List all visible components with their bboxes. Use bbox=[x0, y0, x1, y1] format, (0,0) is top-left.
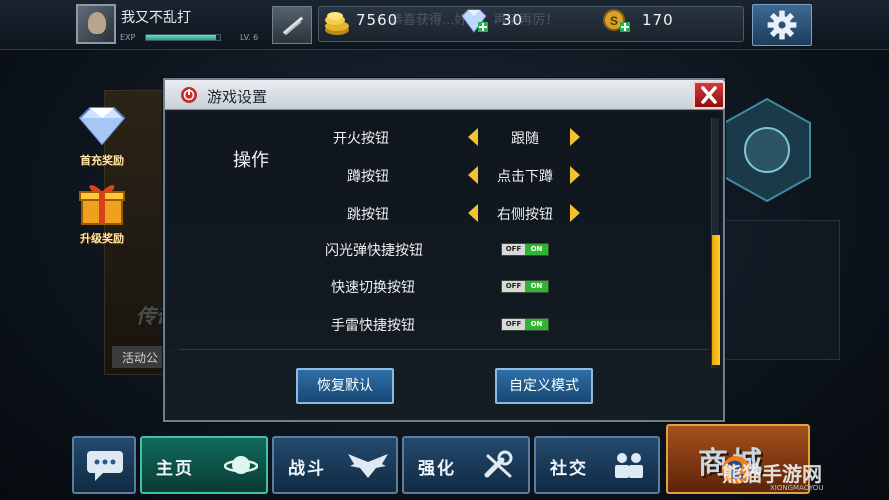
svg-text:S: S bbox=[610, 14, 618, 28]
wrench-icon bbox=[484, 450, 513, 478]
level-up-reward-button[interactable]: 升级奖励 bbox=[66, 180, 138, 246]
toggle-on-label: ON bbox=[525, 244, 548, 255]
flashbang-shortcut-label: 闪光弹快捷按钮 bbox=[325, 243, 423, 259]
diamond-icon bbox=[78, 107, 126, 146]
fire-button-value: 跟随 bbox=[511, 131, 539, 147]
level-up-reward-label: 升级奖励 bbox=[80, 232, 124, 245]
silver-coin-add-icon[interactable]: S bbox=[600, 8, 632, 36]
background-right-panel bbox=[720, 220, 840, 360]
fire-button-next-arrow[interactable] bbox=[570, 128, 580, 146]
watermark-text: 熊猫手游网 bbox=[722, 462, 822, 486]
fire-button-prev-arrow[interactable] bbox=[468, 128, 478, 146]
dialog-title: 游戏设置 bbox=[207, 88, 268, 106]
crouch-button-prev-arrow[interactable] bbox=[468, 166, 478, 184]
background-equipment-emblem bbox=[723, 97, 811, 203]
custom-mode-button[interactable]: 自定义模式 bbox=[495, 368, 593, 404]
player-avatar[interactable] bbox=[76, 4, 116, 44]
silver-amount: 170 bbox=[642, 11, 674, 29]
gift-icon bbox=[79, 185, 125, 225]
toggle-off-label: OFF bbox=[502, 244, 525, 255]
toggle-on-label: ON bbox=[525, 281, 548, 292]
weapon-button[interactable] bbox=[272, 6, 312, 44]
gold-coins-icon bbox=[325, 12, 349, 35]
exp-bar bbox=[145, 34, 221, 41]
gold-amount: 7560 bbox=[356, 11, 399, 29]
people-icon bbox=[615, 453, 643, 478]
diamond-amount: 30 bbox=[502, 11, 524, 29]
crouch-button-next-arrow[interactable] bbox=[570, 166, 580, 184]
dialog-divider bbox=[179, 349, 709, 350]
toggle-off-label: OFF bbox=[502, 281, 525, 292]
nav-social-button[interactable]: 社交 bbox=[534, 436, 660, 494]
exp-bar-fill bbox=[146, 35, 217, 40]
crouch-button-label: 蹲按钮 bbox=[347, 169, 389, 185]
nav-home-label: 主页 bbox=[156, 459, 194, 479]
jump-button-value: 右侧按钮 bbox=[497, 207, 553, 223]
nav-social-label: 社交 bbox=[550, 459, 588, 479]
reset-default-button[interactable]: 恢复默认 bbox=[296, 368, 394, 404]
power-icon bbox=[181, 87, 197, 103]
jump-button-next-arrow[interactable] bbox=[570, 204, 580, 222]
close-icon bbox=[701, 86, 717, 104]
gear-icon bbox=[767, 10, 797, 40]
dialog-title-bar: 游戏设置 bbox=[165, 80, 725, 110]
nav-upgrade-button[interactable]: 强化 bbox=[402, 436, 530, 494]
chat-bubble-icon bbox=[87, 451, 123, 481]
nav-battle-button[interactable]: 战斗 bbox=[272, 436, 398, 494]
fire-button-label: 开火按钮 bbox=[333, 131, 389, 147]
toggle-on-label: ON bbox=[525, 319, 548, 330]
crouch-button-value: 点击下蹲 bbox=[497, 169, 553, 185]
jump-button-label: 跳按钮 bbox=[347, 207, 389, 223]
toggle-off-label: OFF bbox=[502, 319, 525, 330]
first-charge-reward-label: 首充奖励 bbox=[80, 154, 124, 167]
eagle-wings-icon bbox=[348, 454, 388, 478]
jump-button-prev-arrow[interactable] bbox=[468, 204, 478, 222]
grenade-shortcut-label: 手雷快捷按钮 bbox=[331, 318, 415, 334]
nav-battle-label: 战斗 bbox=[288, 459, 326, 479]
first-charge-reward-button[interactable]: 首充奖励 bbox=[66, 104, 138, 168]
diamond-add-icon[interactable] bbox=[458, 8, 490, 36]
quick-switch-label: 快速切换按钮 bbox=[331, 280, 415, 296]
player-name: 我又不乱打 bbox=[121, 10, 191, 26]
grenade-shortcut-toggle[interactable]: OFF ON bbox=[501, 318, 549, 331]
player-level: LV. 6 bbox=[240, 33, 259, 42]
settings-button[interactable] bbox=[752, 4, 812, 46]
settings-dialog: 游戏设置 操作 开火按钮 跟随 蹲按钮 点击下蹲 跳按钮 右侧按钮 闪光弹快捷按… bbox=[163, 78, 725, 422]
settings-scrollbar-thumb[interactable] bbox=[712, 235, 720, 365]
exp-label: EXP bbox=[120, 33, 136, 42]
settings-scrollbar[interactable] bbox=[711, 118, 720, 368]
close-button[interactable] bbox=[693, 81, 725, 109]
nav-upgrade-label: 强化 bbox=[418, 459, 456, 479]
planet-icon bbox=[224, 456, 258, 474]
flashbang-shortcut-toggle[interactable]: OFF ON bbox=[501, 243, 549, 256]
top-bar: 我又不乱打 EXP LV. 6 恭喜获得...好运，再接再厉！ 7560 30 … bbox=[0, 0, 889, 50]
watermark-subtext: XIONGMAOYOU bbox=[770, 484, 824, 492]
chat-button[interactable] bbox=[72, 436, 136, 494]
nav-home-button[interactable]: 主页 bbox=[140, 436, 268, 494]
quick-switch-toggle[interactable]: OFF ON bbox=[501, 280, 549, 293]
